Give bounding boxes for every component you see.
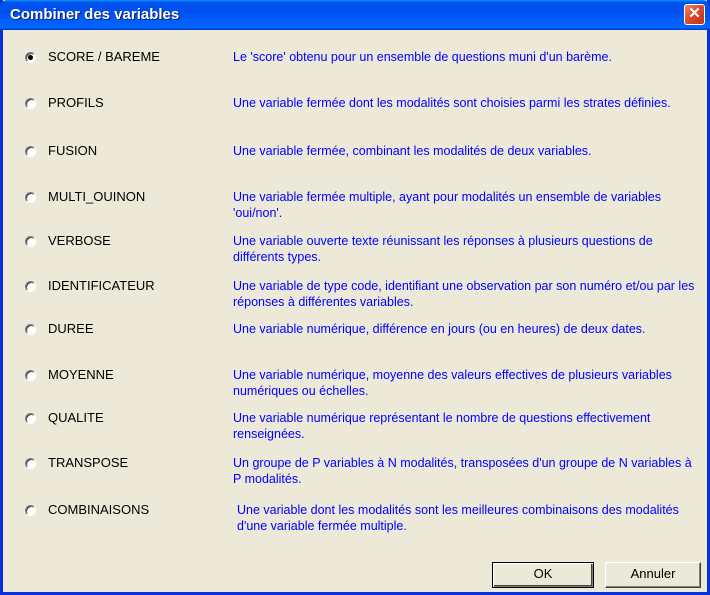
radio-button[interactable]: [25, 505, 36, 516]
option-label: MULTI_OUINON: [48, 189, 146, 204]
window-title: Combiner des variables: [10, 6, 180, 23]
close-button[interactable]: ✕: [684, 4, 705, 25]
option-description: Une variable numérique, moyenne des vale…: [233, 368, 672, 398]
option-description: Une variable fermée, combinant les modal…: [233, 144, 592, 158]
option-description: Une variable numérique, différence en jo…: [233, 322, 646, 336]
option-description: Une variable numérique représentant le n…: [233, 411, 651, 441]
option-label: FUSION: [48, 143, 98, 158]
cancel-button[interactable]: Annuler: [605, 562, 701, 588]
option-description: Une variable fermée dont les modalités s…: [233, 96, 671, 110]
option-description: Le 'score' obtenu pour un ensemble de qu…: [233, 50, 612, 64]
option-label: DUREE: [48, 321, 94, 336]
radio-button[interactable]: [25, 324, 36, 335]
option-description: Une variable dont les modalités sont les…: [237, 503, 679, 533]
radio-button[interactable]: [25, 236, 36, 247]
close-icon: ✕: [688, 5, 701, 22]
radio-button[interactable]: [25, 146, 36, 157]
radio-button[interactable]: [25, 281, 36, 292]
radio-button[interactable]: [25, 458, 36, 469]
radio-button[interactable]: [25, 52, 36, 63]
option-description: Une variable fermée multiple, ayant pour…: [233, 190, 662, 220]
option-label: TRANSPOSE: [48, 455, 129, 470]
option-label: MOYENNE: [48, 367, 114, 382]
option-label: VERBOSE: [48, 233, 111, 248]
option-label: SCORE / BAREME: [48, 49, 160, 64]
radio-button[interactable]: [25, 413, 36, 424]
radio-button[interactable]: [25, 370, 36, 381]
option-description: Une variable de type code, identifiant u…: [233, 279, 695, 309]
option-description: Une variable ouverte texte réunissant le…: [233, 234, 653, 264]
option-label: PROFILS: [48, 95, 104, 110]
option-label: IDENTIFICATEUR: [48, 278, 155, 293]
option-label: COMBINAISONS: [48, 502, 150, 517]
dialog-window: Combiner des variables ✕ SCORE / BAREME …: [0, 0, 710, 595]
option-description: Un groupe de P variables à N modalités, …: [233, 456, 692, 486]
radio-button[interactable]: [25, 98, 36, 109]
option-label: QUALITE: [48, 410, 104, 425]
ok-button[interactable]: OK: [492, 562, 594, 588]
radio-button[interactable]: [25, 192, 36, 203]
title-bar[interactable]: Combiner des variables ✕: [0, 0, 710, 30]
